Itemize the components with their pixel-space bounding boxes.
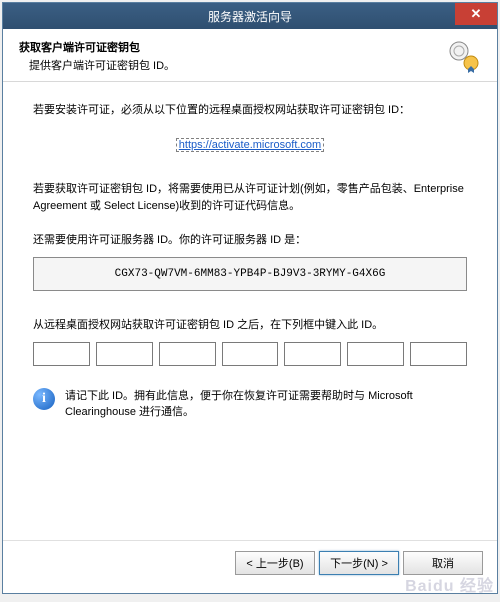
cancel-button[interactable]: 取消 (403, 551, 483, 575)
close-button[interactable]: ✕ (455, 3, 497, 25)
info-icon: i (33, 388, 55, 410)
certificate-icon (447, 39, 481, 73)
key-input-3[interactable] (159, 342, 216, 366)
server-id-display: CGX73-QW7VM-6MM83-YPB4P-BJ9V3-3RYMY-G4X6… (33, 257, 467, 292)
close-icon: ✕ (471, 6, 482, 22)
key-input-2[interactable] (96, 342, 153, 366)
key-input-6[interactable] (347, 342, 404, 366)
header-title: 获取客户端许可证密钥包 (19, 39, 439, 55)
activate-link[interactable]: https://activate.microsoft.com (176, 138, 324, 152)
obtain-instruction: 若要获取许可证密钥包 ID，将需要使用已从许可证计划(例如，零售产品包装、Ent… (33, 181, 467, 214)
enter-id-label: 从远程桌面授权网站获取许可证密钥包 ID 之后，在下列框中键入此 ID。 (33, 317, 467, 334)
install-instruction: 若要安装许可证，必须从以下位置的远程桌面授权网站获取许可证密钥包 ID： (33, 102, 467, 119)
back-button[interactable]: < 上一步(B) (235, 551, 315, 575)
note-row: i 请记下此 ID。拥有此信息，便于你在恢复许可证需要帮助时与 Microsof… (33, 388, 467, 421)
wizard-window: 服务器激活向导 ✕ 获取客户端许可证密钥包 提供客户端许可证密钥包 ID。 若要… (2, 2, 498, 594)
key-input-1[interactable] (33, 342, 90, 366)
next-button[interactable]: 下一步(N) > (319, 551, 399, 575)
window-title: 服务器激活向导 (3, 8, 497, 25)
wizard-footer: < 上一步(B) 下一步(N) > 取消 (3, 540, 497, 593)
titlebar: 服务器激活向导 ✕ (3, 3, 497, 29)
note-text: 请记下此 ID。拥有此信息，便于你在恢复许可证需要帮助时与 Microsoft … (65, 388, 467, 421)
wizard-header: 获取客户端许可证密钥包 提供客户端许可证密钥包 ID。 (3, 29, 497, 82)
wizard-content: 若要安装许可证，必须从以下位置的远程桌面授权网站获取许可证密钥包 ID： htt… (3, 82, 497, 540)
header-text-block: 获取客户端许可证密钥包 提供客户端许可证密钥包 ID。 (19, 39, 439, 73)
link-row: https://activate.microsoft.com (33, 137, 467, 154)
server-id-label: 还需要使用许可证服务器 ID。你的许可证服务器 ID 是： (33, 232, 467, 249)
key-input-5[interactable] (284, 342, 341, 366)
key-input-4[interactable] (222, 342, 279, 366)
key-input-row (33, 342, 467, 366)
header-subtitle: 提供客户端许可证密钥包 ID。 (19, 57, 439, 73)
key-input-7[interactable] (410, 342, 467, 366)
